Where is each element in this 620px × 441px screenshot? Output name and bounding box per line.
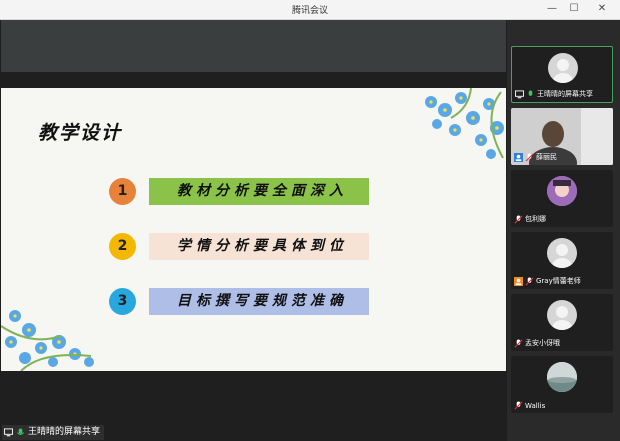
participant-name: 孟安小伢哦 — [525, 339, 560, 347]
close-icon[interactable]: ✕ — [595, 2, 609, 16]
item-number: 2 — [117, 238, 128, 254]
participant-tile[interactable]: 孟安小伢哦 — [511, 294, 613, 351]
participant-tile[interactable]: Gray情蕾老师 — [511, 232, 613, 289]
participant-name-row: Gray情蕾老师 — [514, 276, 581, 286]
screen-share-icon — [4, 428, 13, 437]
item-bar: 教材分析要全面深入 — [149, 178, 369, 205]
participant-name: Gray情蕾老师 — [536, 277, 581, 285]
participant-name: 薛丽民 — [536, 153, 557, 161]
user-avatar-icon — [552, 306, 572, 330]
avatar — [547, 176, 577, 206]
item-text: 目标撰写要规范准确 — [177, 293, 348, 309]
mic-off-icon — [525, 152, 534, 161]
item-number-circle: 2 — [109, 233, 136, 260]
participant-tile[interactable]: 王晴晴的屏幕共享 — [511, 46, 613, 103]
avatar — [547, 362, 577, 392]
item-bar: 目标撰写要规范准确 — [149, 288, 369, 315]
participant-list: 王晴晴的屏幕共享 薛丽民 包利娜 Gray情蕾老师 孟安小伢哦 Wallis — [507, 20, 620, 441]
item-number-circle: 1 — [109, 178, 136, 205]
avatar — [548, 53, 578, 83]
title-bar: 腾讯会议 — ☐ ✕ — [0, 0, 620, 20]
item-text: 学情分析要具体到位 — [177, 238, 348, 254]
mic-off-icon — [525, 276, 534, 285]
avatar — [547, 300, 577, 330]
participant-name: 包利娜 — [525, 215, 546, 223]
minimize-icon[interactable]: — — [545, 2, 559, 16]
participant-name-row: Wallis — [514, 401, 545, 410]
anime-avatar-icon — [547, 176, 577, 206]
avatar — [547, 238, 577, 268]
participant-name: 王晴晴的屏幕共享 — [537, 90, 593, 98]
shared-screen-stage: 教学设计 1 教材分析要全面深入 2 学情分析要具体到位 3 目标撰写要规范准确 — [1, 20, 506, 441]
participant-name: Wallis — [525, 401, 546, 410]
participant-tile[interactable]: 薛丽民 — [511, 108, 613, 165]
item-bar: 学情分析要具体到位 — [149, 233, 369, 260]
mic-icon — [528, 89, 533, 96]
maximize-icon[interactable]: ☐ — [567, 2, 581, 16]
mic-off-icon — [514, 214, 523, 223]
participant-name-row: 包利娜 — [514, 214, 546, 224]
item-text: 教材分析要全面深入 — [177, 183, 348, 199]
participant-name-row: 王晴晴的屏幕共享 — [515, 89, 593, 99]
screen-share-icon — [515, 89, 524, 98]
stage-top-area — [1, 20, 506, 72]
mic-off-icon — [514, 338, 523, 347]
participant-tile[interactable]: Wallis — [511, 356, 613, 413]
item-number: 3 — [117, 293, 128, 309]
item-number: 1 — [117, 183, 128, 199]
participant-name-row: 孟安小伢哦 — [514, 338, 560, 348]
user-icon — [514, 152, 523, 162]
user-icon — [514, 276, 523, 286]
flower-decoration-bottom-left — [1, 310, 94, 371]
landscape-avatar-icon — [547, 362, 577, 392]
slide-title: 教学设计 — [38, 122, 123, 144]
screen-share-label: 王晴晴的屏幕共享 — [2, 425, 105, 440]
user-avatar-icon — [553, 59, 573, 83]
participant-name-row: 薛丽民 — [514, 152, 557, 162]
presentation-slide: 教学设计 1 教材分析要全面深入 2 学情分析要具体到位 3 目标撰写要规范准确 — [1, 88, 506, 371]
flower-decoration-top-right — [425, 88, 504, 159]
mic-off-icon — [514, 401, 523, 410]
user-avatar-icon — [552, 244, 572, 268]
mic-icon — [16, 428, 25, 435]
screen-share-label-text: 王晴晴的屏幕共享 — [28, 427, 101, 437]
item-number-circle: 3 — [109, 288, 136, 315]
window-title: 腾讯会议 — [291, 6, 328, 16]
participant-tile[interactable]: 包利娜 — [511, 170, 613, 227]
